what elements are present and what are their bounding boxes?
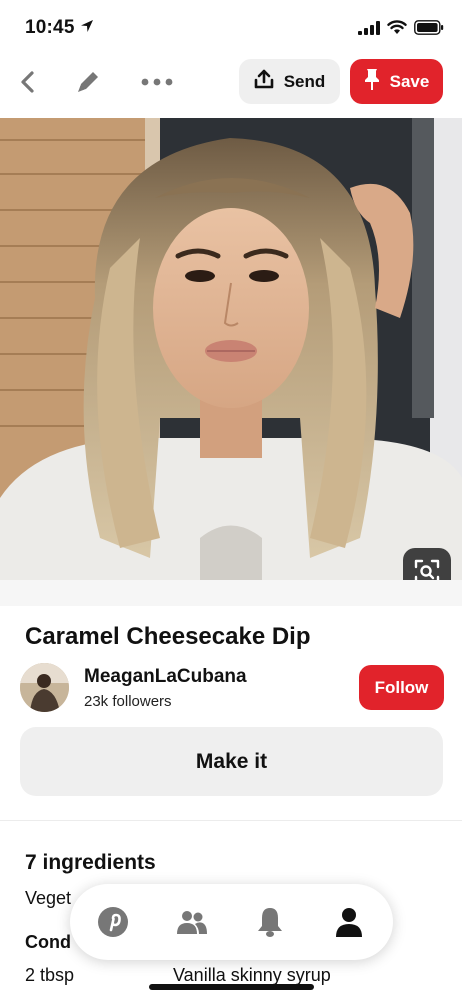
creator-followers: 23k followers [84, 693, 172, 710]
creator-row: MeaganLaCubana 23k followers Follow [20, 662, 444, 716]
following-people-icon[interactable] [174, 904, 210, 940]
ingredient-name: Vanilla skinny syrup [173, 965, 331, 985]
pencil-icon[interactable] [70, 64, 106, 100]
status-indicators [358, 20, 444, 40]
chevron-left-icon[interactable] [10, 64, 46, 100]
bottom-nav [70, 884, 393, 960]
save-label: Save [389, 71, 430, 91]
notifications-bell-icon[interactable] [252, 904, 288, 940]
ingredient-quantity: 2 tbsp [25, 965, 75, 985]
creator-name[interactable]: MeaganLaCubana [84, 666, 247, 688]
pin-image-illustration [0, 118, 462, 580]
divider [0, 820, 462, 821]
wifi-icon [387, 20, 407, 40]
profile-icon[interactable] [331, 904, 367, 940]
battery-icon [414, 20, 444, 40]
ellipsis-icon[interactable] [139, 64, 175, 100]
follow-button[interactable]: Follow [359, 665, 444, 710]
ingredient-category: Veget [25, 888, 72, 908]
location-arrow-icon [80, 19, 94, 38]
pin-image[interactable] [0, 118, 462, 580]
status-bar: 10:45 [0, 0, 462, 56]
pin-icon [364, 68, 380, 95]
ingredients-title: 7 ingredients [25, 851, 156, 874]
avatar[interactable] [20, 663, 69, 712]
status-time: 10:45 [25, 17, 75, 38]
home-indicator [149, 984, 314, 990]
send-label: Send [283, 71, 326, 91]
pin-toolbar: Send Save [0, 58, 462, 106]
pinterest-home-icon[interactable] [95, 904, 131, 940]
pin-title: Caramel Cheesecake Dip [25, 623, 311, 650]
make-it-button[interactable]: Make it [20, 727, 443, 796]
send-button[interactable]: Send [239, 59, 340, 104]
save-button[interactable]: Save [350, 59, 443, 104]
share-upload-icon [254, 69, 274, 94]
cellular-signal-icon [358, 20, 380, 40]
ingredient-category: Cond [25, 932, 71, 952]
image-footer-band [0, 580, 462, 606]
